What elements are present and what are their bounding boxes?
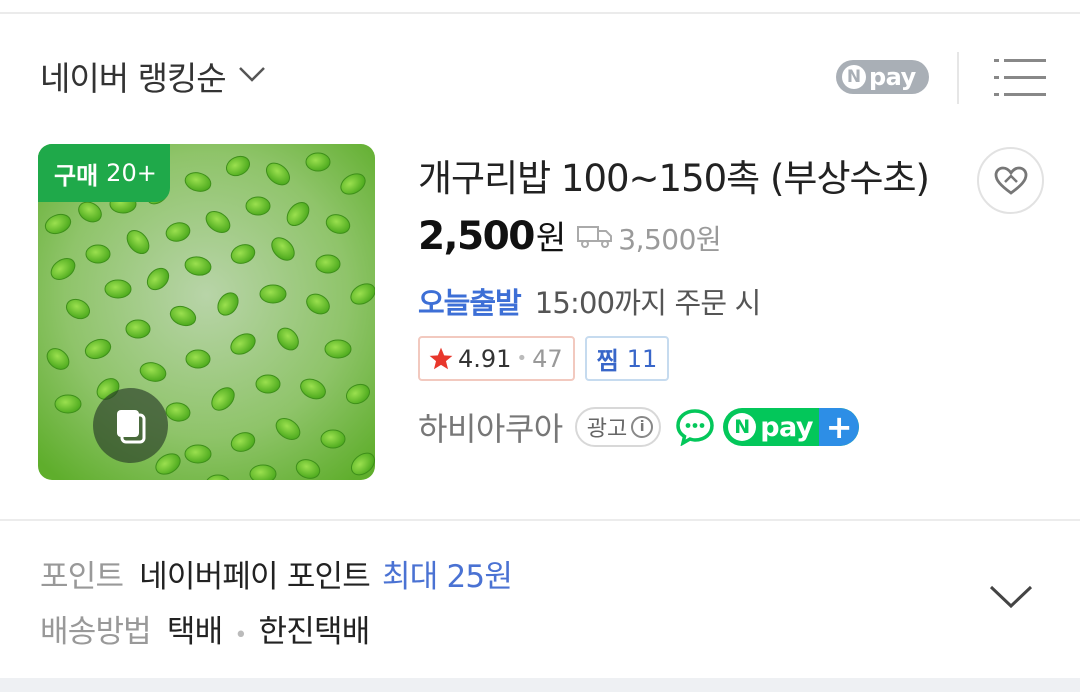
product-title[interactable]: 개구리밥 100~150촉 (부상수초)	[418, 148, 930, 202]
purchase-count: 20+	[106, 159, 157, 187]
point-max: 최대 25원	[382, 559, 513, 595]
purchase-label: 구매	[54, 161, 99, 190]
gallery-button[interactable]	[93, 388, 168, 463]
zzim-badge[interactable]: 찜 11	[584, 336, 670, 381]
heart-icon	[994, 166, 1027, 195]
npay-badge: N pay	[836, 60, 929, 94]
tags-row: 4.91 • 47 찜 11	[418, 336, 670, 381]
zzim-label: 찜	[596, 347, 619, 375]
npay-plus-text: pay	[760, 411, 814, 443]
star-icon	[429, 347, 453, 369]
header-divider	[957, 52, 959, 104]
seller-name[interactable]: 하비아쿠아	[418, 404, 563, 450]
plus-icon: +	[819, 408, 860, 446]
npay-plus-badge: N pay +	[723, 408, 860, 446]
ad-label: 광고	[586, 417, 628, 442]
rating-badge[interactable]: 4.91 • 47	[418, 336, 575, 381]
top-divider	[0, 12, 1080, 14]
price-row: 2,500 원 3,500원	[418, 211, 722, 259]
bottom-separator	[0, 678, 1080, 692]
zzim-count: 11	[626, 344, 658, 373]
list-view-icon[interactable]	[994, 58, 1046, 98]
info-icon: i	[631, 416, 654, 438]
point-label: 포인트	[40, 559, 124, 595]
price: 2,500	[418, 214, 535, 259]
npay-n-icon: N	[842, 65, 866, 89]
ad-badge[interactable]: 광고 i	[574, 407, 662, 447]
sort-dropdown[interactable]: 네이버 랭킹순	[40, 52, 266, 100]
seller-row: 하비아쿠아 광고 i N pay +	[418, 404, 860, 450]
npay-text: pay	[869, 63, 916, 91]
rating-value: 4.91	[458, 344, 512, 373]
chevron-down-icon	[238, 67, 265, 82]
shipping-fee: 3,500원	[618, 223, 722, 256]
today-dispatch-tag: 오늘출발	[418, 286, 522, 320]
chevron-down-icon[interactable]	[988, 582, 1034, 612]
dispatch-deadline: 15:00까지 주문 시	[534, 286, 762, 320]
product-thumbnail[interactable]: 구매 20+	[38, 144, 375, 480]
point-value: 네이버페이 포인트	[139, 559, 371, 595]
delivery-label: 배송방법	[40, 614, 152, 650]
review-count: 47	[532, 344, 563, 373]
delivery-row: 배송방법 택배 • 한진택배	[40, 606, 371, 651]
price-unit: 원	[535, 218, 567, 257]
delivery-type: 택배	[166, 614, 223, 650]
point-row: 포인트 네이버페이 포인트 최대 25원	[40, 551, 513, 596]
copy-icon	[116, 409, 145, 443]
sort-label: 네이버 랭킹순	[40, 59, 227, 98]
section-divider	[0, 519, 1080, 521]
npay-plus-n-icon: N	[728, 413, 757, 441]
dispatch-row: 오늘출발 15:00까지 주문 시	[418, 280, 761, 322]
talk-chat-icon[interactable]	[675, 408, 715, 446]
delivery-company: 한진택배	[258, 614, 371, 650]
dot-separator: •	[234, 623, 247, 648]
dot-separator: •	[516, 348, 528, 369]
purchase-count-badge: 구매 20+	[38, 144, 170, 202]
truck-icon	[577, 226, 613, 248]
wishlist-button[interactable]	[977, 147, 1044, 214]
